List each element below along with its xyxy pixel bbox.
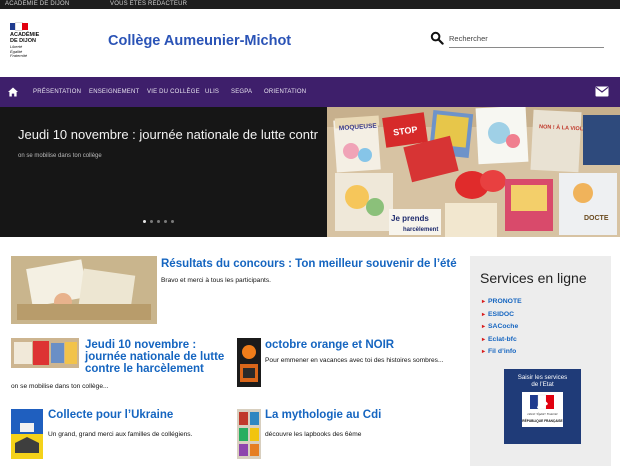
- search-input[interactable]: [449, 30, 604, 48]
- article-excerpt: Bravo et merci à tous les participants.: [161, 277, 271, 284]
- article-title[interactable]: La mythologie au Cdi: [265, 409, 455, 421]
- hero-subtitle: on se mobilise dans ton collège: [18, 153, 102, 159]
- hero-image: MOQUEUSE STOP NON ! À LA VIOLENCE Je pre…: [327, 107, 620, 237]
- main-nav: PRÉSENTATION ENSEIGNEMENT VIE DU COLLÈGE…: [0, 77, 620, 107]
- svg-text:harcèlement: harcèlement: [403, 227, 438, 233]
- service-link-fil-info[interactable]: Fil d’info: [482, 346, 522, 359]
- top-utility-bar: ACADÉMIE DE DIJON VOUS ÊTES RÉDACTEUR: [0, 0, 620, 9]
- french-flag-icon: [10, 22, 28, 31]
- redacteur-link[interactable]: VOUS ÊTES RÉDACTEUR: [110, 1, 187, 7]
- nav-item-orientation[interactable]: ORIENTATION: [264, 89, 306, 95]
- carousel-dot[interactable]: [150, 220, 153, 223]
- site-title[interactable]: Collège Aumeunier-Michot: [108, 33, 291, 49]
- logo-motto: Liberté Égalité Fraternité: [10, 44, 28, 58]
- article-excerpt: on se mobilise dans ton collège...: [11, 383, 109, 390]
- nav-item-enseignement[interactable]: ENSEIGNEMENT: [89, 89, 139, 95]
- nav-item-ulis[interactable]: ULIS: [205, 89, 219, 95]
- search-icon[interactable]: [430, 31, 444, 45]
- mail-icon[interactable]: [595, 86, 609, 97]
- site-header: ACADÉMIE DE DIJON Liberté Égalité Fraternit…: [0, 9, 620, 77]
- hero-title[interactable]: Jeudi 10 novembre : journée nationale de…: [18, 127, 318, 142]
- sidebar-title: Services en ligne: [480, 270, 587, 286]
- carousel-dot[interactable]: [143, 220, 146, 223]
- service-link-pronote[interactable]: PRONOTE: [482, 296, 522, 309]
- article-excerpt: découvre les lapbooks des 6ème: [265, 431, 362, 438]
- article-excerpt: Un grand, grand merci aux familles de co…: [48, 431, 193, 438]
- nav-item-vie-du-college[interactable]: VIE DU COLLÈGE: [147, 89, 200, 95]
- article-thumbnail[interactable]: [237, 338, 261, 387]
- academie-link[interactable]: ACADÉMIE DE DIJON: [5, 1, 69, 7]
- nav-item-segpa[interactable]: SEGPA: [231, 89, 252, 95]
- svg-text:DOCTE: DOCTE: [584, 215, 609, 222]
- article-thumbnail[interactable]: [11, 338, 79, 368]
- svg-text:RÉPUBLIQUE FRANÇAISE: RÉPUBLIQUE FRANÇAISE: [522, 418, 562, 423]
- service-link-esidoc[interactable]: ESIDOC: [482, 309, 522, 322]
- services-list: PRONOTE ESIDOC SACoche Eclat-bfc Fil d’i…: [482, 296, 522, 359]
- etat-banner-text: Saisir les services de l’Etat: [517, 374, 568, 388]
- article-thumbnail[interactable]: [237, 409, 261, 459]
- hero-carousel[interactable]: Jeudi 10 novembre : journée nationale de…: [0, 107, 620, 237]
- hero-caption-panel: Jeudi 10 novembre : journée nationale de…: [0, 107, 327, 237]
- marianne-logo: Liberté • Égalité • Fraternité RÉPUBLIQU…: [522, 392, 563, 427]
- etat-services-banner[interactable]: Saisir les services de l’Etat Liberté • É…: [504, 369, 581, 444]
- svg-text:Je prends: Je prends: [391, 214, 429, 223]
- article-title[interactable]: octobre orange et NOIR: [265, 339, 460, 351]
- service-link-sacoche[interactable]: SACoche: [482, 321, 522, 334]
- article-thumbnail[interactable]: [11, 256, 157, 324]
- svg-text:Liberté • Égalité • Fraternité: Liberté • Égalité • Fraternité: [526, 413, 558, 416]
- article-thumbnail[interactable]: [11, 409, 43, 459]
- article-title[interactable]: Collecte pour l’Ukraine: [48, 409, 228, 421]
- logo-text: ACADÉMIE DE DIJON: [10, 32, 40, 44]
- nav-item-presentation[interactable]: PRÉSENTATION: [33, 89, 81, 95]
- service-link-eclat-bfc[interactable]: Eclat-bfc: [482, 334, 522, 347]
- article-title[interactable]: Résultats du concours : Ton meilleur sou…: [161, 258, 461, 270]
- home-icon[interactable]: [7, 86, 19, 98]
- article-excerpt: Pour emmener en vacances avec toi des hi…: [265, 357, 444, 364]
- carousel-dot[interactable]: [164, 220, 167, 223]
- article-title[interactable]: Jeudi 10 novembre : journée nationale de…: [85, 339, 235, 375]
- carousel-dot[interactable]: [171, 220, 174, 223]
- carousel-dots: [143, 220, 174, 223]
- academie-logo[interactable]: ACADÉMIE DE DIJON Liberté Égalité Fraternit…: [10, 22, 50, 67]
- services-sidebar: Services en ligne PRONOTE ESIDOC SACoche…: [470, 256, 611, 466]
- carousel-dot[interactable]: [157, 220, 160, 223]
